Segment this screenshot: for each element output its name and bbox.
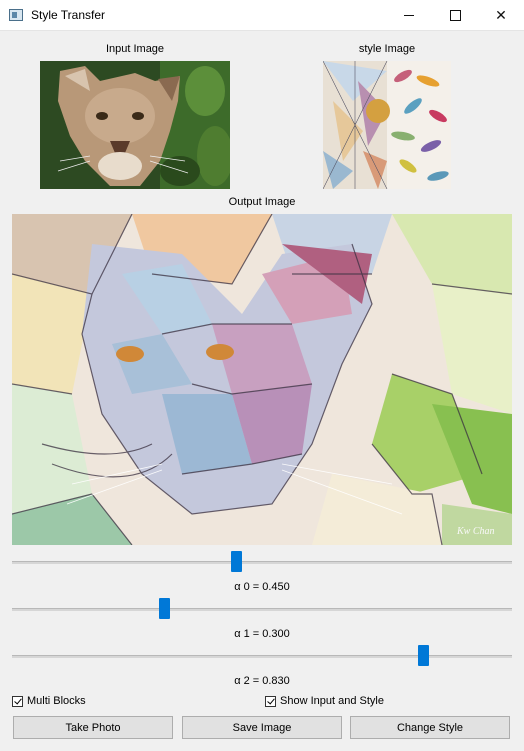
show-input-style-label: Show Input and Style [280, 695, 384, 707]
output-image: Kw Chan [12, 214, 512, 545]
slider-groove [12, 608, 512, 611]
style-image [323, 61, 451, 189]
output-image-caption: Output Image [228, 196, 296, 208]
multi-blocks-label: Multi Blocks [27, 695, 86, 707]
multi-blocks-checkbox[interactable]: Multi Blocks [12, 695, 86, 707]
alpha-2-label: α 2 = 0.830 [234, 675, 290, 687]
take-photo-button[interactable]: Take Photo [13, 716, 173, 739]
alpha-1-label: α 1 = 0.300 [234, 628, 290, 640]
alpha-1-slider-handle[interactable] [159, 598, 170, 619]
minimize-icon [404, 14, 414, 16]
save-image-button[interactable]: Save Image [182, 716, 342, 739]
alpha-0-slider-handle[interactable] [231, 551, 242, 572]
show-input-style-checkbox[interactable]: Show Input and Style [265, 695, 384, 707]
close-button[interactable]: ✕ [478, 0, 524, 30]
output-watermark: Kw Chan [456, 526, 495, 537]
style-image-caption: style Image [358, 43, 416, 55]
checkbox-checked-icon[interactable] [265, 695, 276, 707]
input-image-caption: Input Image [105, 43, 165, 55]
app-icon [9, 9, 23, 21]
window-title: Style Transfer [31, 8, 106, 22]
alpha-2-slider-handle[interactable] [418, 645, 429, 666]
checkbox-checked-icon[interactable] [12, 695, 23, 707]
close-icon: ✕ [495, 6, 507, 23]
change-style-button[interactable]: Change Style [350, 716, 510, 739]
alpha-2-slider[interactable] [12, 645, 512, 669]
title-bar: Style Transfer ✕ [0, 0, 524, 31]
slider-groove [12, 655, 512, 658]
maximize-button[interactable] [432, 0, 478, 30]
slider-groove [12, 561, 512, 564]
maximize-icon [449, 9, 461, 21]
input-image [40, 61, 230, 189]
alpha-0-slider[interactable] [12, 551, 512, 575]
alpha-0-label: α 0 = 0.450 [234, 581, 290, 593]
minimize-button[interactable] [386, 0, 432, 30]
alpha-1-slider[interactable] [12, 598, 512, 622]
